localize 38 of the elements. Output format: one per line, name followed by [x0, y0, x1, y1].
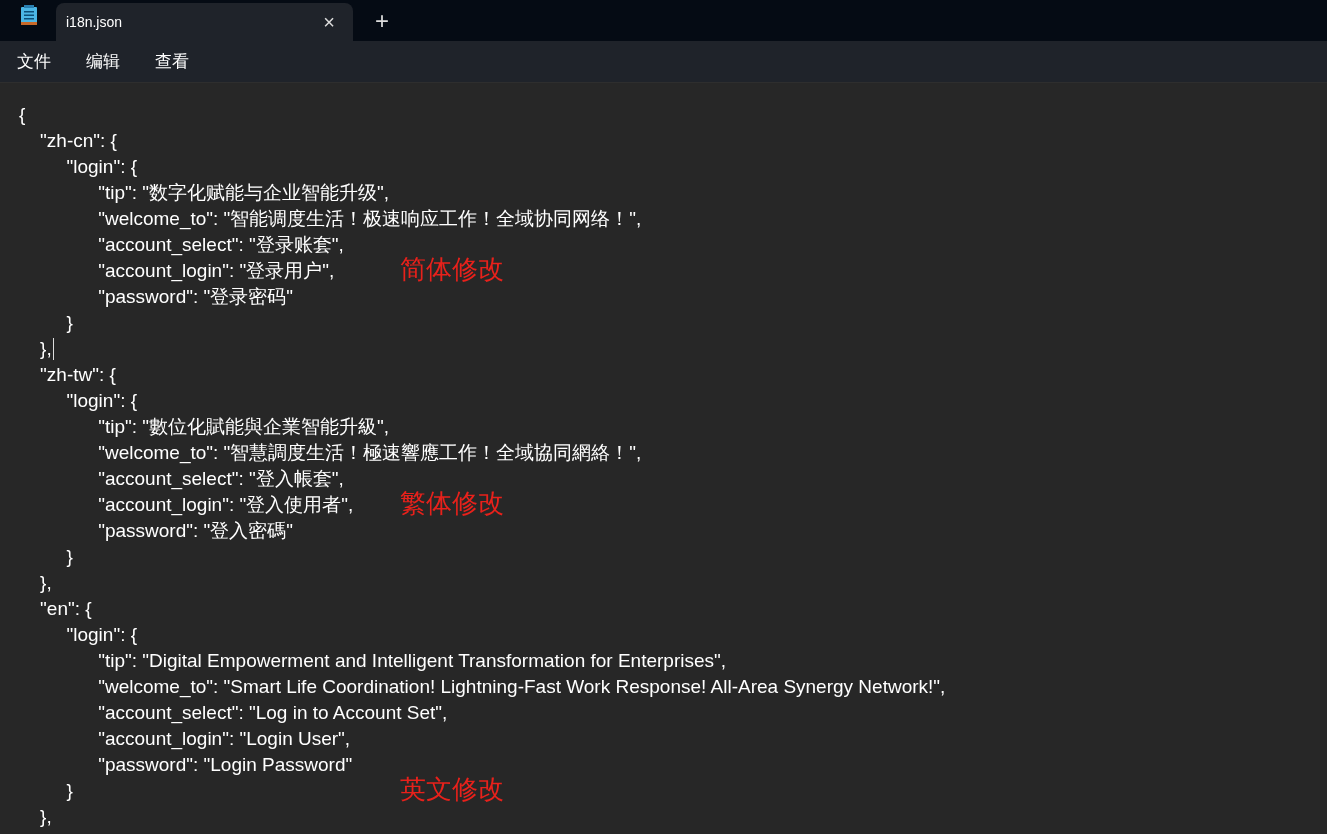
code-line: "login": {: [65, 623, 138, 647]
code-line: "account_select": "登入帳套",: [97, 467, 344, 492]
code-line: {: [19, 103, 26, 127]
menu-item[interactable]: 文件: [6, 46, 62, 77]
annotation-label: 简体修改: [400, 254, 504, 284]
code-line: "account_login": "登录用户",: [97, 259, 335, 284]
menu-item[interactable]: 查看: [144, 46, 200, 77]
notepad-icon: [21, 5, 37, 25]
code-line: "welcome_to": "Smart Life Coordination! Lightning-Fast Work Response! All-Area Synergy Network!",: [97, 675, 946, 700]
code-line: "welcome_to": "智慧調度生活！極速響應工作！全域協同網絡！",: [97, 441, 642, 466]
code-line: "welcome_to": "智能调度生活！极速响应工作！全域协同网络！",: [97, 207, 642, 232]
code-line: "account_login": "登入使用者",: [97, 493, 354, 518]
code-line: },: [39, 805, 52, 829]
code-line: "zh-tw": {: [39, 363, 116, 387]
code-line: "account_login": "Login User",: [97, 727, 351, 752]
code-line: },: [39, 337, 52, 361]
annotation-label: 繁体修改: [400, 488, 504, 518]
file-tab[interactable]: i18n.json ×: [56, 3, 353, 41]
code-line: "en": {: [39, 597, 92, 621]
code-line: "zh-cn": {: [39, 129, 117, 153]
code-line: "password": "Login Password": [97, 753, 353, 777]
code-line: }: [65, 545, 73, 569]
code-line: "login": {: [65, 155, 138, 179]
code-line: "tip": "数字化赋能与企业智能升级",: [97, 181, 390, 205]
code-line: }: [65, 779, 73, 803]
code-line: "account_select": "Log in to Account Set",: [97, 701, 448, 726]
code-line: "password": "登录密码": [97, 285, 294, 309]
code-line: "password": "登入密碼": [97, 519, 294, 543]
annotation-label: 英文修改: [400, 774, 504, 804]
code-line: },: [39, 571, 52, 595]
menu-item[interactable]: 编辑: [75, 46, 131, 77]
code-line: "account_select": "登录账套",: [97, 233, 344, 258]
new-tab-button[interactable]: +: [367, 6, 397, 35]
close-tab-button[interactable]: ×: [315, 10, 343, 34]
code-line: "tip": "Digital Empowerment and Intelligent Transformation for Enterprises",: [97, 649, 727, 673]
code-line: "login": {: [65, 389, 138, 413]
code-line: "tip": "數位化賦能與企業智能升級",: [97, 415, 390, 439]
code-line: }: [65, 311, 73, 335]
